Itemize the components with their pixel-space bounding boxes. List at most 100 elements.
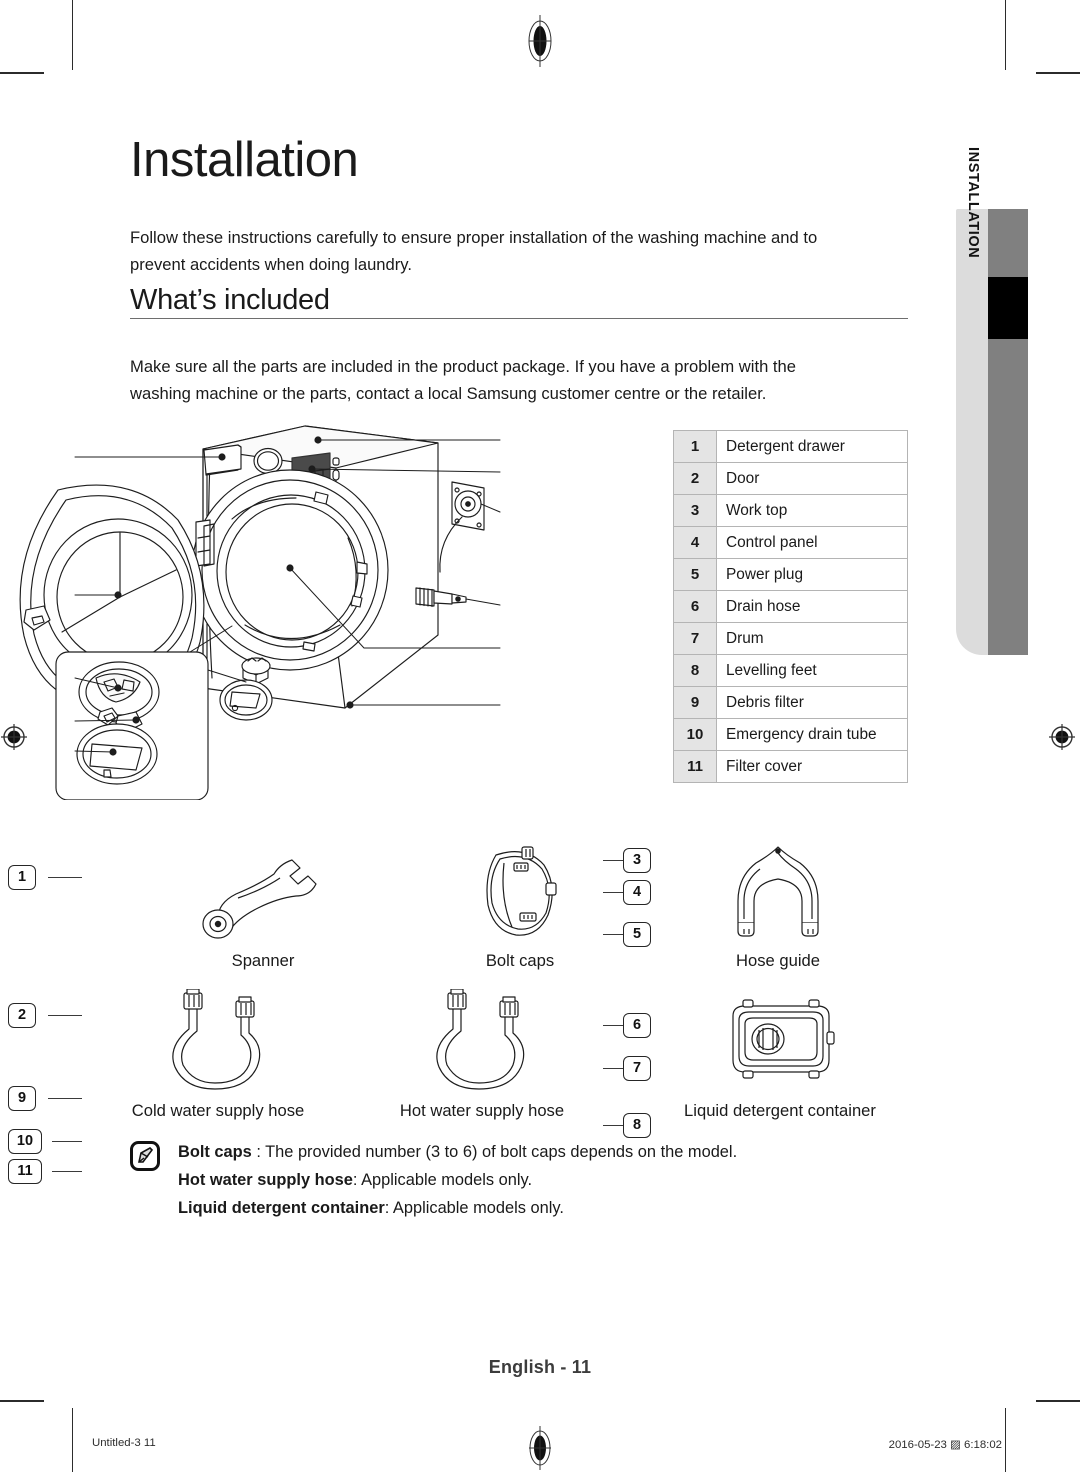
table-row: 5 Power plug xyxy=(673,558,908,591)
figure-callout-10: 10 xyxy=(8,1129,42,1154)
hose-guide-icon xyxy=(648,838,908,950)
table-row: 6 Drain hose xyxy=(673,590,908,623)
leader-line-9 xyxy=(48,1098,82,1100)
water-hose-icon xyxy=(88,988,348,1100)
sheet-rule-left xyxy=(72,1408,73,1472)
accessory-label: Hot water supply hose xyxy=(399,1101,565,1120)
washing-machine-figure: 1 2 9 10 11 3 4 5 6 7 8 xyxy=(0,420,790,1184)
part-label: Filter cover xyxy=(716,750,908,783)
side-tab-dark-strip xyxy=(988,209,1028,655)
part-number: 10 xyxy=(673,718,717,751)
part-label: Control panel xyxy=(716,526,908,559)
water-hose-icon xyxy=(352,988,612,1100)
part-number: 4 xyxy=(673,526,717,559)
accessory-label: Bolt caps xyxy=(485,951,555,970)
part-number: 5 xyxy=(673,558,717,591)
accessory-liquid-detergent-container: Liquid detergent container xyxy=(650,988,910,1122)
table-row: 8 Levelling feet xyxy=(673,654,908,687)
crop-mark-bottom-right-edge xyxy=(1036,1400,1080,1402)
note-line-term: Liquid detergent container xyxy=(178,1199,385,1217)
leader-line-10 xyxy=(52,1141,82,1143)
accessory-spanner: Spanner xyxy=(133,838,393,972)
chapter-intro-text: Follow these instructions carefully to e… xyxy=(130,227,818,274)
registration-mark-bottom xyxy=(529,1426,551,1470)
bolt-cap-icon xyxy=(390,838,650,950)
crop-mark-left-edge xyxy=(0,72,44,74)
accessory-label: Liquid detergent container xyxy=(684,1101,876,1120)
table-row: 10 Emergency drain tube xyxy=(673,718,908,751)
washing-machine-drawing xyxy=(19,425,501,800)
note-line-rest: : The provided number (3 to 6) of bolt c… xyxy=(251,1143,738,1161)
registration-mark-right xyxy=(1049,724,1075,750)
table-row: 9 Debris filter xyxy=(673,686,908,719)
table-row: 3 Work top xyxy=(673,494,908,527)
part-number: 2 xyxy=(673,462,717,495)
table-row: 4 Control panel xyxy=(673,526,908,559)
note-line: Bolt caps : The provided number (3 to 6)… xyxy=(178,1138,920,1166)
part-label: Levelling feet xyxy=(716,654,908,687)
crop-mark-top-right xyxy=(1005,0,1006,70)
side-tab-label: INSTALLATION xyxy=(965,147,981,259)
section-rule xyxy=(130,318,908,319)
accessory-label: Cold water supply hose xyxy=(131,1101,305,1120)
accessory-bolt-caps: Bolt caps xyxy=(390,838,650,972)
sheet-timestamp-label: 2016-05-23 ▨ 6:18:02 xyxy=(888,1439,1002,1451)
part-label: Drain hose xyxy=(716,590,908,623)
registration-mark-top xyxy=(528,15,552,67)
accessory-hot-water-hose: Hot water supply hose xyxy=(352,988,612,1122)
leader-line-1 xyxy=(48,877,82,879)
side-index-tab: INSTALLATION xyxy=(956,147,1028,655)
note-line: Liquid detergent container: Applicable m… xyxy=(178,1194,920,1222)
figure-callout-1: 1 xyxy=(8,865,36,890)
note-pencil-icon xyxy=(130,1141,160,1171)
part-number: 1 xyxy=(673,430,717,463)
figure-callout-11: 11 xyxy=(8,1159,42,1184)
note-line-term: Bolt caps xyxy=(178,1143,252,1161)
accessory-hose-guide: Hose guide xyxy=(648,838,908,972)
part-label: Power plug xyxy=(716,558,908,591)
part-number: 6 xyxy=(673,590,717,623)
section-heading: What’s included xyxy=(130,284,330,316)
part-label: Debris filter xyxy=(716,686,908,719)
sheet-rule-right xyxy=(1005,1408,1006,1472)
accessory-cold-water-hose: Cold water supply hose xyxy=(88,988,348,1122)
crop-mark-bottom-left-edge xyxy=(0,1400,44,1402)
sheet-name-label: Untitled-3 11 xyxy=(92,1437,156,1449)
leader-line-2 xyxy=(48,1015,82,1017)
detergent-container-icon xyxy=(650,988,910,1100)
table-row: 2 Door xyxy=(673,462,908,495)
parts-list-table: 1 Detergent drawer 2 Door 3 Work top 4 Contr… xyxy=(673,430,908,783)
section-lead-text: Make sure all the parts are included in … xyxy=(130,356,796,403)
part-number: 11 xyxy=(673,750,717,783)
part-number: 9 xyxy=(673,686,717,719)
part-label: Detergent drawer xyxy=(716,430,908,463)
accessory-label: Hose guide xyxy=(736,951,820,970)
crop-mark-right-edge xyxy=(1036,72,1080,74)
accessories-row-2: Cold water supply hose Hot water supply … xyxy=(130,988,910,1138)
part-number: 7 xyxy=(673,622,717,655)
note-line-rest: : Applicable models only. xyxy=(352,1171,533,1189)
note-line-term: Hot water supply hose xyxy=(178,1171,353,1189)
part-number: 3 xyxy=(673,494,717,527)
note-text-lines: Bolt caps : The provided number (3 to 6)… xyxy=(178,1138,920,1222)
parts-list-body: 1 Detergent drawer 2 Door 3 Work top 4 Contr… xyxy=(673,430,908,783)
figure-callout-9: 9 xyxy=(8,1086,36,1111)
accessory-label: Spanner xyxy=(231,951,295,970)
page-title: Installation xyxy=(130,133,359,187)
part-label: Door xyxy=(716,462,908,495)
table-row: 11 Filter cover xyxy=(673,750,908,783)
crop-mark-top-left xyxy=(72,0,73,70)
note-line: Hot water supply hose: Applicable models… xyxy=(178,1166,920,1194)
part-label: Emergency drain tube xyxy=(716,718,908,751)
part-label: Work top xyxy=(716,494,908,527)
note-line-rest: : Applicable models only. xyxy=(384,1199,564,1217)
figure-callout-2: 2 xyxy=(8,1003,36,1028)
leader-line-11 xyxy=(52,1171,82,1173)
accessories-grid: Spanner Bolt caps Hose guide Cold water … xyxy=(130,838,910,1138)
manual-page: INSTALLATION Installation Follow these i… xyxy=(0,0,1080,1472)
part-label: Drum xyxy=(716,622,908,655)
spanner-icon xyxy=(133,838,393,950)
table-row: 1 Detergent drawer xyxy=(673,430,908,463)
side-tab-chapter-marker xyxy=(988,277,1028,339)
page-number-footer: English - 11 xyxy=(488,1357,592,1377)
